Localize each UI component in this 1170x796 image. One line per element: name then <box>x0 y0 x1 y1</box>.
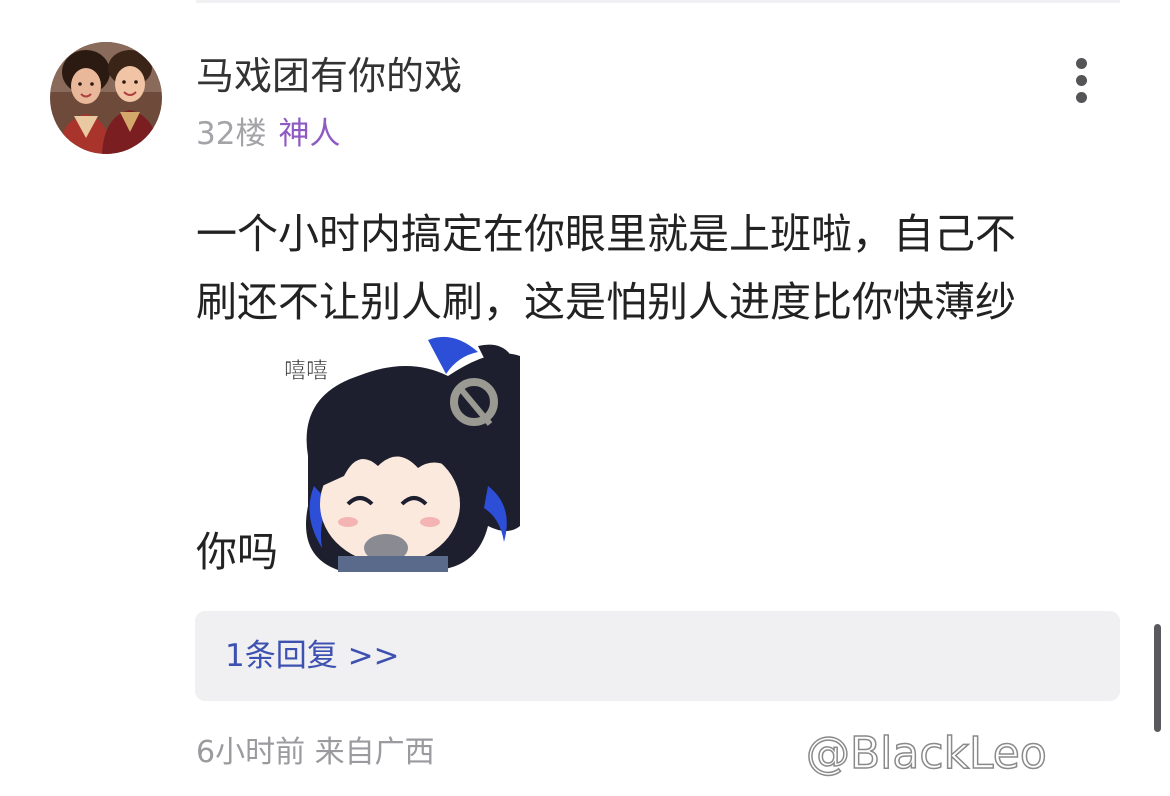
floor-number: 32楼 <box>196 116 267 152</box>
view-replies-link[interactable]: 1条回复 >> <box>225 633 400 679</box>
user-avatar[interactable] <box>50 42 162 154</box>
top-divider <box>196 0 1120 3</box>
content-line-1: 一个小时内搞定在你眼里就是上班啦，自己不 <box>196 210 1016 258</box>
more-options-button[interactable] <box>1060 52 1104 108</box>
username[interactable]: 马戏团有你的戏 <box>196 50 462 102</box>
post-meta: 32楼 神人 <box>196 111 340 157</box>
sticker-caption: 嘻嘻 <box>284 359 328 384</box>
post-footer: 6小时前 来自广西 <box>196 730 435 776</box>
content-tail: 你吗 <box>196 528 278 576</box>
content-line-2: 刷还不让别人刷，这是怕别人进度比你快薄纱 <box>196 278 1016 326</box>
user-badge[interactable]: 神人 <box>278 116 340 152</box>
avatar-photo-icon <box>50 42 162 154</box>
watermark: @BlackLeo <box>805 727 1047 780</box>
smiling-anime-girl-sticker-icon: 嘻嘻 <box>284 336 520 572</box>
scrollbar[interactable] <box>1154 624 1161 732</box>
post-timestamp: 6小时前 <box>196 735 306 770</box>
more-vertical-icon-dot-3 <box>1076 92 1087 103</box>
post-content: 一个小时内搞定在你眼里就是上班啦，自己不 刷还不让别人刷，这是怕别人进度比你快薄… <box>196 200 1106 336</box>
post-location: 来自广西 <box>314 735 435 770</box>
sticker-image[interactable]: 嘻嘻 <box>278 336 520 572</box>
more-vertical-icon-dot-1 <box>1076 58 1087 69</box>
reply-box[interactable]: 1条回复 >> <box>195 611 1120 701</box>
more-vertical-icon-dot-2 <box>1076 75 1087 86</box>
